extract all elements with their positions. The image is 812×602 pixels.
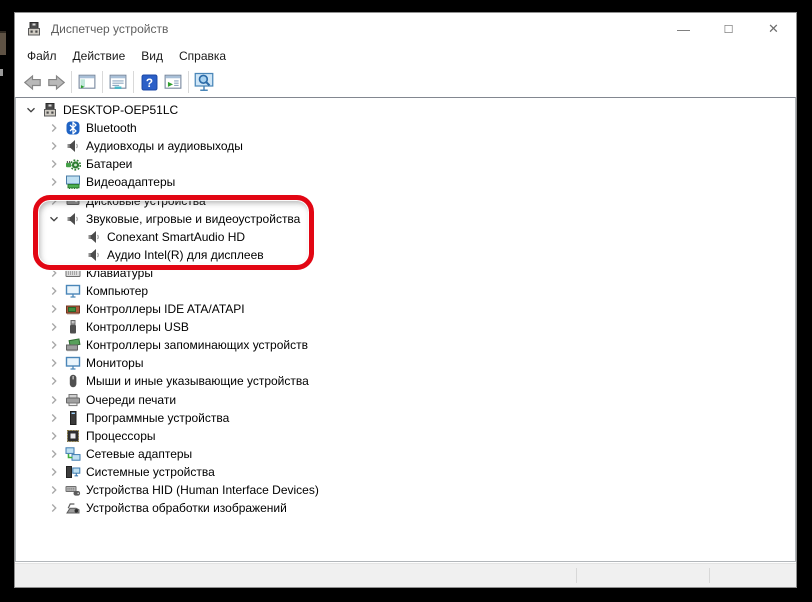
arrow-right-icon [47,73,66,92]
chevron-right-icon[interactable] [47,320,61,334]
tree-item-mice[interactable]: Мыши и иные указывающие устройства [16,372,795,390]
chevron-right-icon[interactable] [47,429,61,443]
tree-item-audio-io[interactable]: Аудиовходы и аудиовыходы [16,137,795,155]
toolbar-separator [133,71,134,93]
back-button[interactable] [20,70,44,94]
chevron-right-icon[interactable] [47,139,61,153]
chevron-right-icon[interactable] [47,483,61,497]
chevron-right-icon[interactable] [47,121,61,135]
chevron-right-icon[interactable] [47,284,61,298]
chevron-right-icon[interactable] [47,157,61,171]
monitor-icon [65,283,81,299]
scan-devices-icon [194,72,214,92]
chevron-right-icon[interactable] [47,465,61,479]
menu-action[interactable]: Действие [65,45,134,67]
tree-item-storage-controllers[interactable]: Контроллеры запоминающих устройств [16,336,795,354]
tree-item-network-adapters[interactable]: Сетевые адаптеры [16,445,795,463]
chevron-right-icon[interactable] [47,338,61,352]
device-tree-pane: DESKTOP-OEP51LC Bluetooth Аудиовходы и а… [15,97,796,562]
menu-file[interactable]: Файл [19,45,65,67]
tree-item-hid-devices[interactable]: Устройства HID (Human Interface Devices) [16,481,795,499]
system-device-icon [65,464,81,480]
hid-device-icon [65,482,81,498]
toolbar-separator [71,71,72,93]
tree-item-computer[interactable]: Компьютер [16,282,795,300]
chevron-down-icon[interactable] [24,103,38,117]
toolbar-separator [188,71,189,93]
usb-controller-icon [65,319,81,335]
scan-hardware-changes-button[interactable] [192,70,216,94]
action-pane-button[interactable] [161,70,185,94]
tree-item-monitors[interactable]: Мониторы [16,354,795,372]
chevron-right-icon[interactable] [47,175,61,189]
action-window-icon [164,73,182,91]
network-adapter-icon [65,446,81,462]
chevron-right-icon[interactable] [47,411,61,425]
red-highlight-annotation [33,195,314,270]
tree-item-usb-controllers[interactable]: Контроллеры USB [16,318,795,336]
properties-button[interactable] [106,70,130,94]
battery-icon [65,156,81,172]
window-controls: — ☐ ✕ [661,13,796,45]
menu-help[interactable]: Справка [171,45,234,67]
audio-io-icon [65,138,81,154]
window-title: Диспетчер устройств [51,22,168,36]
display-adapter-icon [65,174,81,190]
device-manager-icon [26,21,42,37]
ide-controller-icon [65,301,81,317]
computer-icon [42,102,58,118]
statusbar-divider [576,568,577,583]
properties-icon [109,73,127,91]
menu-bar: Файл Действие Вид Справка [15,45,796,67]
background-artifact [0,69,3,76]
chevron-right-icon[interactable] [47,302,61,316]
tree-item-processors[interactable]: Процессоры [16,427,795,445]
show-console-tree-button[interactable] [75,70,99,94]
bluetooth-icon [65,120,81,136]
screenshot-background: Диспетчер устройств — ☐ ✕ Файл Действие … [0,0,812,602]
tree-item-print-queues[interactable]: Очереди печати [16,391,795,409]
help-button[interactable] [137,70,161,94]
help-icon [141,74,158,91]
tree-item-imaging-devices[interactable]: Устройства обработки изображений [16,499,795,517]
chevron-right-icon[interactable] [47,393,61,407]
tree-item-batteries[interactable]: Батареи [16,155,795,173]
storage-controller-icon [65,337,81,353]
chevron-right-icon[interactable] [47,374,61,388]
printer-icon [65,392,81,408]
tree-item-display-adapters[interactable]: Видеоадаптеры [16,173,795,191]
monitor-icon [65,355,81,371]
chevron-right-icon[interactable] [47,356,61,370]
cpu-icon [65,428,81,444]
maximize-button[interactable]: ☐ [706,13,751,45]
console-tree-icon [78,73,96,91]
chevron-right-icon[interactable] [47,447,61,461]
device-tree: DESKTOP-OEP51LC Bluetooth Аудиовходы и а… [16,98,795,517]
title-bar: Диспетчер устройств — ☐ ✕ [15,13,796,45]
statusbar-divider [709,568,710,583]
imaging-device-icon [65,500,81,516]
chevron-right-icon[interactable] [47,501,61,515]
status-bar [15,563,796,587]
menu-view[interactable]: Вид [133,45,171,67]
device-manager-window: Диспетчер устройств — ☐ ✕ Файл Действие … [14,12,797,588]
minimize-button[interactable]: — [661,13,706,45]
toolbar [15,67,796,97]
tree-item-system-devices[interactable]: Системные устройства [16,463,795,481]
toolbar-separator [102,71,103,93]
tree-item-computer-root[interactable]: DESKTOP-OEP51LC [16,101,795,119]
arrow-left-icon [23,73,42,92]
mouse-icon [65,373,81,389]
tree-item-ide-controllers[interactable]: Контроллеры IDE ATA/ATAPI [16,300,795,318]
tree-item-software-devices[interactable]: Программные устройства [16,409,795,427]
software-device-icon [65,410,81,426]
forward-button[interactable] [44,70,68,94]
background-artifact [0,31,6,55]
tree-item-bluetooth[interactable]: Bluetooth [16,119,795,137]
close-button[interactable]: ✕ [751,13,796,45]
